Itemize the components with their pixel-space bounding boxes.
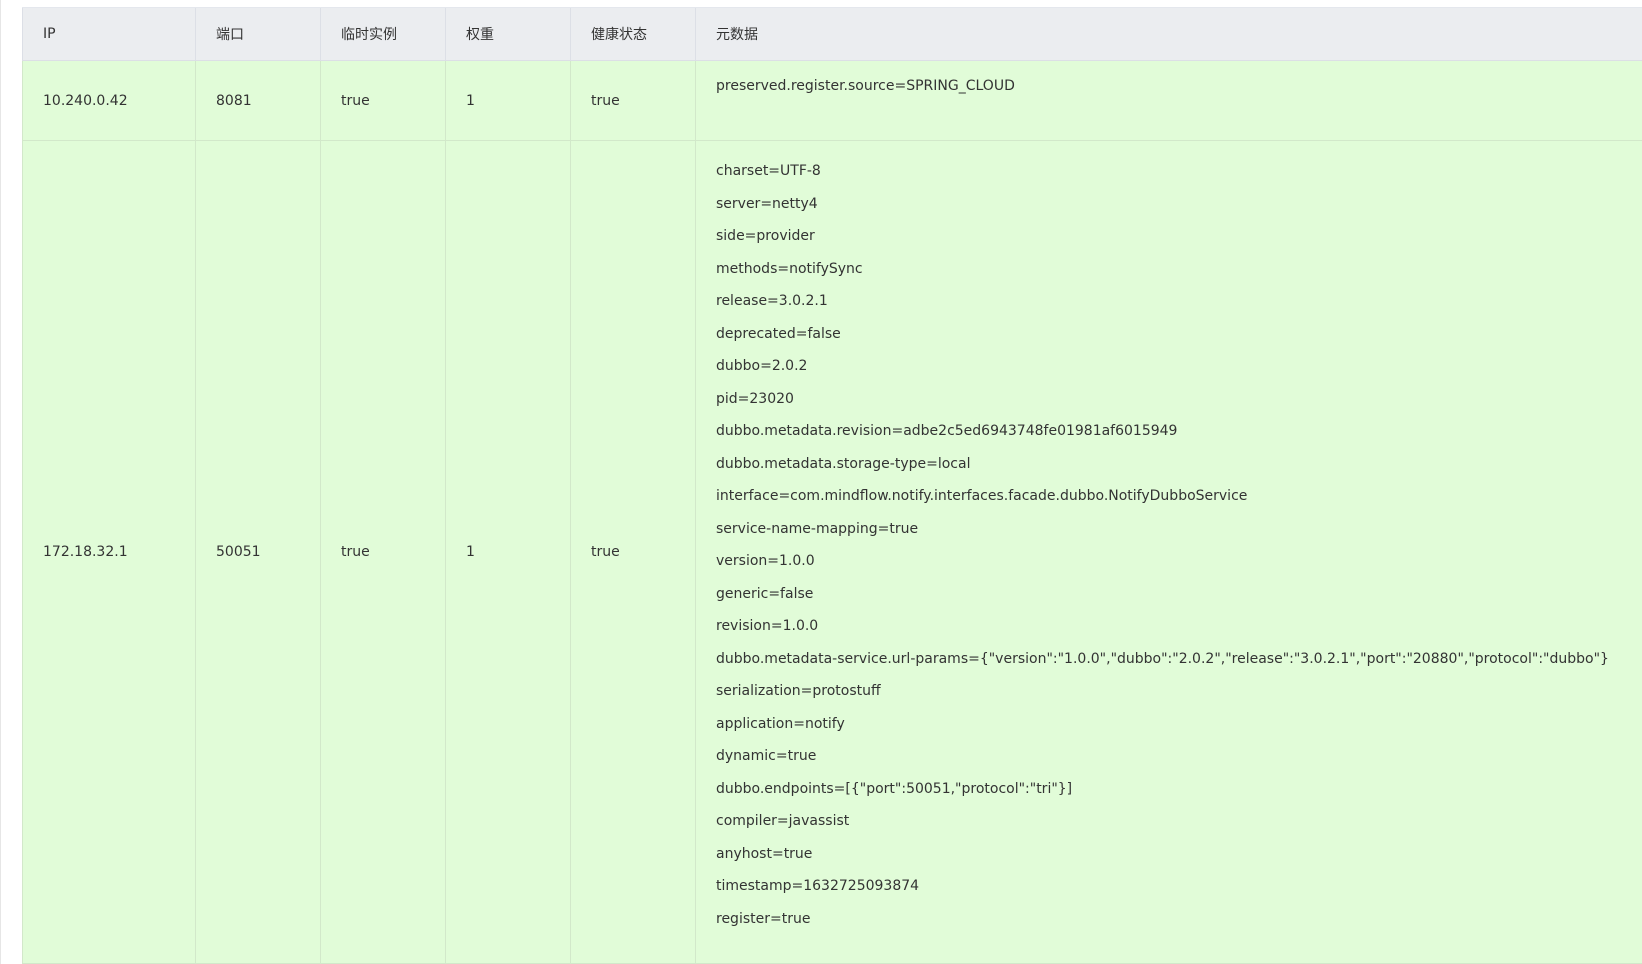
column-header-weight: 权重 — [445, 7, 571, 61]
metadata-entry: methods=notifySync — [716, 260, 863, 277]
table-row: 172.18.32.1 50051 true 1 true charset=UT… — [22, 140, 1642, 964]
cell-health: true — [570, 140, 696, 964]
metadata-entry: version=1.0.0 — [716, 553, 815, 569]
metadata-entry: dubbo.metadata.storage-type=local — [716, 455, 971, 472]
cell-port: 50051 — [195, 140, 321, 964]
metadata-entry: anyhost=true — [716, 845, 813, 862]
instance-table: IP 端口 临时实例 权重 健康状态 元数据 10.240.0.42 8081 … — [22, 7, 1642, 964]
cell-metadata: charset=UTF-8 server=netty4 side=provide… — [695, 140, 1642, 964]
table-header: IP 端口 临时实例 权重 健康状态 元数据 — [22, 7, 1642, 61]
left-border — [0, 0, 1, 964]
metadata-entry: register=true — [716, 910, 811, 927]
metadata-entry: side=provider — [716, 228, 815, 244]
metadata-entry: pid=23020 — [716, 390, 794, 407]
metadata-entry: dynamic=true — [716, 748, 817, 764]
instance-list-page: IP 端口 临时实例 权重 健康状态 元数据 10.240.0.42 8081 … — [0, 0, 1642, 964]
metadata-entry: dubbo.metadata-service.url-params={"vers… — [716, 650, 1609, 667]
metadata-entry: service-name-mapping=true — [716, 520, 919, 537]
table-row: 10.240.0.42 8081 true 1 true preserved.r… — [22, 60, 1642, 141]
metadata-entry: dubbo=2.0.2 — [716, 358, 808, 374]
metadata-entry: timestamp=1632725093874 — [716, 878, 920, 894]
column-header-health: 健康状态 — [570, 7, 696, 61]
cell-port: 8081 — [195, 60, 321, 141]
cell-ephemeral: true — [320, 140, 446, 964]
metadata-entry: application=notify — [716, 715, 845, 732]
metadata-entry: compiler=javassist — [716, 813, 850, 829]
metadata-entry: generic=false — [716, 585, 814, 602]
cell-metadata: preserved.register.source=SPRING_CLOUD — [695, 60, 1642, 141]
cell-health: true — [570, 60, 696, 141]
column-header-ephemeral: 临时实例 — [320, 7, 446, 61]
metadata-entry: dubbo.metadata.revision=adbe2c5ed6943748… — [716, 423, 1178, 439]
cell-weight: 1 — [445, 140, 571, 964]
cell-ip: 10.240.0.42 — [22, 60, 196, 141]
metadata-entry: revision=1.0.0 — [716, 618, 819, 634]
metadata-entry: release=3.0.2.1 — [716, 293, 828, 309]
metadata-entry: server=netty4 — [716, 195, 818, 212]
metadata-entry: deprecated=false — [716, 325, 841, 342]
metadata-entry: interface=com.mindflow.notify.interfaces… — [716, 488, 1248, 504]
column-header-metadata: 元数据 — [695, 7, 1642, 61]
column-header-port: 端口 — [195, 7, 321, 61]
metadata-entry: dubbo.endpoints=[{"port":50051,"protocol… — [716, 780, 1073, 797]
cell-weight: 1 — [445, 60, 571, 141]
metadata-entry: preserved.register.source=SPRING_CLOUD — [716, 78, 1015, 94]
metadata-entry: serialization=protostuff — [716, 683, 881, 699]
cell-ip: 172.18.32.1 — [22, 140, 196, 964]
metadata-entry: charset=UTF-8 — [716, 163, 821, 179]
column-header-ip: IP — [22, 7, 196, 61]
cell-ephemeral: true — [320, 60, 446, 141]
